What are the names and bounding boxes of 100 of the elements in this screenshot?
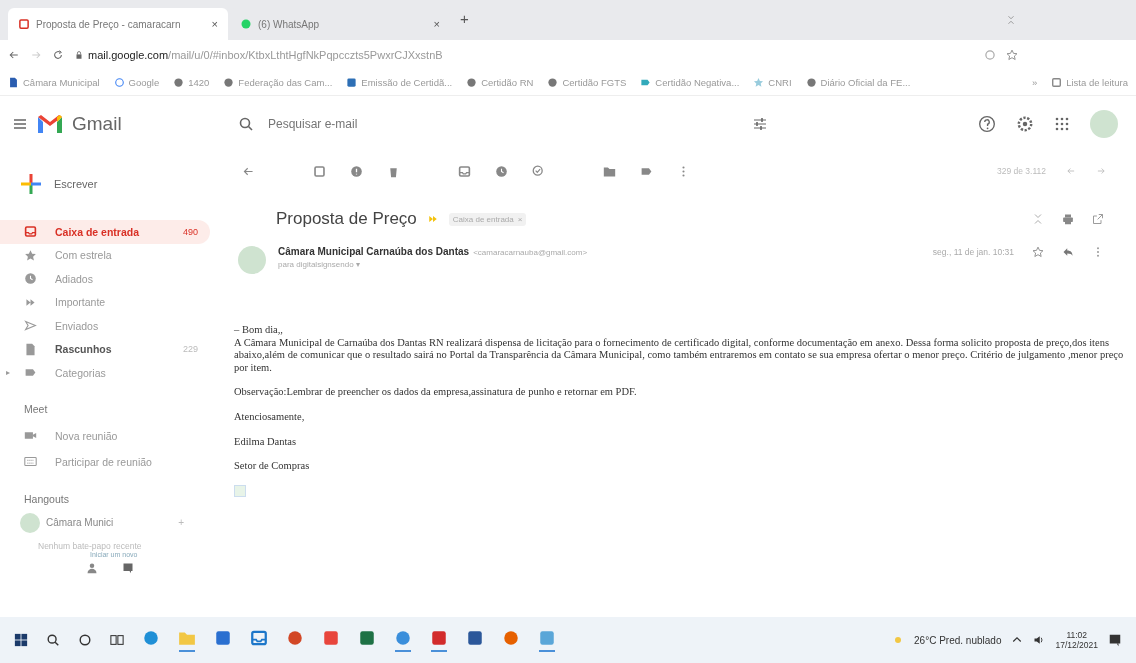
task-view-icon[interactable] [110,633,124,647]
folder-icon[interactable] [603,164,616,178]
meet-item[interactable]: Participar de reunião [0,448,210,475]
sender-email: <camaracarnauba@gmail.com> [473,248,588,257]
recipient-dropdown[interactable]: para digitalsignsendo ▾ [278,260,1136,269]
help-icon[interactable] [978,115,996,133]
close-tab-button[interactable]: × [211,18,218,30]
body-paragraph: A Câmara Municipal de Carnaúba dos Dantas RN realizará dispensa de licitação para o fornecimento de certificado digital, conforme documentação em anexo. Dessa forma solicito proposta de preço,dos itens abaixo,além de comunicar que o resultado sairá no Portal da Transparência da Câmara Municipal, como também entraremos em contato se sua empresa ofertar o menor preço. Critério de julgamento ,menor preço por item. [234,336,1125,375]
settings-icon[interactable] [1016,115,1034,133]
running-indicator [395,649,411,652]
folder-item[interactable]: Adiados [0,267,210,291]
report-icon[interactable] [350,164,363,178]
windows-logo-icon[interactable] [14,633,28,647]
plus-icon [20,173,42,195]
search-icon[interactable] [46,633,60,647]
empty-chat-text: Nenhum bate-papo recente [37,539,143,551]
circle-app-icon[interactable] [142,628,160,647]
inbox-label-chip[interactable]: Caixa de entrada × [448,212,527,226]
list-icon [1051,77,1063,88]
bookmark[interactable]: CNRI [753,77,792,88]
sender-avatar [238,246,266,274]
bookmark-star-icon[interactable] [1006,49,1018,61]
back-arrow-icon[interactable] [8,49,20,61]
browser-tab[interactable]: Proposta de Preço - camaracarn × [8,8,228,40]
notification-icon[interactable] [1108,633,1122,647]
file-icon [24,342,37,356]
letter-j-icon [8,77,19,88]
bookmark[interactable]: Certidão FGTS [547,77,627,88]
meet-item[interactable]: Nova reunião [0,422,210,449]
gmail-wordmark: Gmail [72,113,122,135]
folder-item[interactable]: Rascunhos 229 [0,337,210,361]
tab-title: Proposta de Preço - camaracarn [36,18,182,30]
square-app-icon[interactable] [466,628,484,647]
archive-icon[interactable] [313,164,326,178]
folder-item[interactable]: Caixa de entrada 490 [0,220,210,244]
folder-item[interactable]: Com estrela [0,243,210,267]
broken-image-icon [234,484,246,497]
body-paragraph: Observação:Lembrar de preencher os dados da empresa,assinatura de punho e retornar em PDF. [234,386,638,399]
sender-name: Câmara Municipal Carnaúba dos Dantas [278,246,470,257]
apps-grid-icon[interactable] [1054,116,1070,132]
email-date: seg., 11 de jan. 10:31 [932,247,1014,257]
body-paragraph: – Bom dia,, [234,324,284,337]
bookmark[interactable]: 1420 [173,77,210,88]
close-tab-button[interactable]: × [433,18,440,30]
bookmark[interactable]: Câmara Municipal [8,77,100,88]
clock-icon[interactable] [495,164,508,178]
folder-item[interactable]: Importante [0,290,210,314]
document-icon [346,77,358,88]
filter-sliders-icon[interactable] [752,116,768,132]
clock-date[interactable]: 17/12/2021 [1055,640,1098,650]
section-heading: Meet [23,401,49,417]
add-button[interactable]: + [178,517,220,528]
reply-icon[interactable] [1062,246,1074,258]
circle-app-icon[interactable] [286,628,304,647]
square-app-icon[interactable] [430,628,448,647]
square-app-icon[interactable] [358,628,376,647]
check-circle-icon[interactable] [532,164,545,178]
folder-item[interactable]: Enviados [0,314,210,338]
clock-time[interactable]: 11:02 [1066,630,1088,640]
section-heading: Hangouts [23,491,70,507]
signature-line: Setor de Compras [234,460,311,473]
folder-item[interactable]: ▸ Categorias [0,361,210,385]
reload-icon[interactable] [52,49,64,61]
search-icon[interactable] [238,116,254,132]
address-bar[interactable]: mail.google.com/mail/u/0/#inbox/KtbxLthtHgfNkPqpcczts5PwxrCJXxstnB [88,49,443,61]
bookmark[interactable]: Emissão de Certidã... [346,77,453,88]
running-indicator [539,649,555,652]
keyboard-icon [24,455,37,468]
circle-icon[interactable] [78,633,92,647]
circle-app-icon[interactable] [502,628,520,647]
bookmark[interactable]: Certidão Negativa... [640,77,740,88]
more-bookmarks-button[interactable]: » [1031,77,1038,88]
important-marker-icon[interactable] [426,213,439,225]
menu-icon[interactable] [12,116,28,132]
send-icon [24,319,37,333]
star-outline-icon[interactable] [1032,246,1044,258]
print-icon[interactable] [1062,213,1074,225]
chevron-down-icon[interactable] [1006,15,1016,25]
body-paragraph: Atenciosamente, [234,410,306,424]
contact-name[interactable]: Câmara Munici [46,517,114,528]
reading-list-button[interactable]: Lista de leitura [1051,77,1128,88]
bookmark[interactable]: Certidão RN [466,77,534,88]
bookmark[interactable]: Diário Oficial da FE... [805,77,911,88]
person-icon[interactable] [86,561,98,574]
open-new-window-icon[interactable] [1092,213,1104,225]
bookmark[interactable]: Federação das Cam... [223,77,333,88]
expand-arrow[interactable]: ▸ [6,368,10,378]
square-app-icon[interactable] [322,628,340,647]
gmail-m-logo [36,113,64,135]
star-icon [24,248,37,262]
circle-app-icon[interactable] [394,628,412,647]
video-camera-icon [24,429,37,442]
bookmark[interactable]: Google [113,77,160,88]
inbox-icon [24,225,37,239]
search-field[interactable]: Pesquisar e-mail [266,116,706,132]
new-tab-button[interactable]: + [452,9,477,31]
weather-text[interactable]: 26°C Pred. nublado [914,634,1002,646]
running-indicator [179,649,195,652]
email-subject: Proposta de Preço [276,209,417,229]
signature-line: Edilma Dantas [234,435,298,449]
